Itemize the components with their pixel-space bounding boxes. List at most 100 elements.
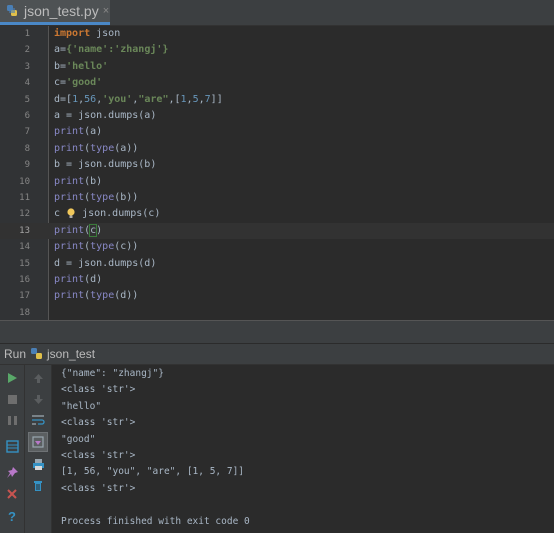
code-line[interactable]: 3 b='hello' — [0, 59, 554, 75]
scroll-to-end-icon — [32, 436, 44, 448]
code-token: type — [90, 192, 115, 203]
code-line[interactable]: 15 d = json.dumps(d) — [0, 256, 554, 272]
code-token: (c)) — [114, 241, 139, 253]
line-number: 4 — [24, 78, 30, 89]
code-text: c='good' — [54, 75, 102, 91]
line-number: 14 — [19, 242, 30, 253]
code-token: (a)) — [114, 142, 139, 154]
code-token: type — [90, 142, 115, 154]
scroll-up-button[interactable] — [29, 369, 47, 387]
clear-all-button[interactable] — [29, 476, 47, 494]
console-line: <class 'str'> — [61, 417, 136, 429]
run-toolbar-main: ? — [0, 365, 25, 533]
run-config-name[interactable]: json_test — [47, 347, 95, 361]
code-text: print(c) — [54, 223, 102, 239]
code-text: d = json.dumps(d) — [54, 256, 156, 272]
code-editor[interactable]: 1 import json 2 a={'name':'zhangj'} 3 b='hell… — [0, 26, 554, 320]
code-line[interactable]: 11 print(type(b)) — [0, 190, 554, 206]
code-token: (d)) — [114, 290, 139, 302]
line-number: 17 — [19, 291, 30, 302]
rerun-button[interactable] — [3, 369, 21, 387]
code-token: json — [90, 28, 121, 39]
code-line[interactable]: 13 print(c) — [0, 222, 554, 240]
code-token: c — [54, 208, 67, 220]
code-text: print(type(d)) — [54, 288, 138, 304]
code-token: type — [90, 290, 115, 302]
code-line[interactable]: 1 import json — [0, 26, 554, 42]
console-line: [1, 56, "you", "are", [1, 5, 7]] — [61, 466, 245, 478]
python-file-icon — [31, 348, 43, 359]
code-text: c json.dumps(c) — [54, 206, 160, 222]
code-line[interactable]: 4 c='good' — [0, 75, 554, 91]
code-line[interactable]: 6 a = json.dumps(a) — [0, 108, 554, 124]
layout-icon — [5, 439, 19, 453]
code-token: print — [54, 175, 85, 187]
code-token: print — [54, 126, 85, 138]
code-token: 'hello' — [66, 60, 109, 72]
soft-wrap-button[interactable] — [29, 411, 47, 429]
run-title: Run — [4, 347, 27, 361]
tab-json-test[interactable]: json_test.py × — [0, 0, 110, 25]
code-token: print — [54, 241, 85, 253]
code-text: print(b) — [54, 174, 102, 190]
pin-icon — [6, 466, 18, 478]
line-number: 9 — [24, 160, 30, 171]
restore-layout-button[interactable] — [3, 437, 21, 455]
pause-button[interactable] — [3, 411, 21, 429]
stop-button[interactable] — [3, 390, 21, 408]
line-number: 18 — [19, 307, 30, 318]
line-number: 2 — [24, 45, 30, 56]
help-button[interactable]: ? — [3, 507, 21, 525]
tab-close-icon[interactable]: × — [103, 5, 109, 17]
console-line: {"name": "zhangj"} — [61, 368, 164, 379]
console-line: <class 'str'> — [61, 482, 136, 494]
panel-splitter[interactable] — [0, 320, 554, 344]
code-token: json.dumps(c) — [76, 208, 161, 220]
editor-tab-bar: json_test.py × — [0, 0, 554, 26]
code-line[interactable]: 18 — [0, 305, 554, 321]
code-token: b = json.dumps(b) — [54, 159, 157, 171]
code-text: print(a) — [54, 124, 102, 140]
code-line[interactable]: 16 print(d) — [0, 272, 554, 288]
pin-tab-button[interactable] — [3, 463, 21, 481]
scroll-to-end-button[interactable] — [28, 432, 48, 452]
print-button[interactable] — [29, 455, 47, 473]
code-line[interactable]: 9 b = json.dumps(b) — [0, 157, 554, 173]
line-number: 1 — [24, 29, 30, 39]
code-token: print — [54, 274, 85, 285]
run-toolbar-secondary — [25, 365, 52, 533]
process-exit-message: Process finished with exit code 0 — [61, 515, 250, 527]
close-icon — [7, 489, 17, 499]
code-token: =[ — [60, 93, 73, 105]
help-icon: ? — [8, 508, 16, 524]
code-line[interactable]: 12 c json.dumps(c) — [0, 206, 554, 222]
scroll-down-icon — [33, 394, 43, 404]
code-token: a = json.dumps(a) — [54, 110, 157, 121]
code-token: 56 — [84, 93, 97, 105]
code-line[interactable]: 17 print(type(d)) — [0, 288, 554, 304]
lightbulb-icon[interactable] — [66, 208, 76, 219]
code-line[interactable]: 14 print(type(c)) — [0, 239, 554, 255]
scroll-up-icon — [33, 373, 43, 383]
code-line[interactable]: 2 a={'name':'zhangj'} — [0, 42, 554, 58]
line-number: 5 — [24, 94, 30, 105]
close-run-button[interactable] — [3, 485, 21, 503]
code-line[interactable]: 8 print(type(a)) — [0, 141, 554, 157]
code-token: {'name':'zhangj'} — [66, 44, 169, 56]
code-line[interactable]: 7 print(a) — [0, 124, 554, 140]
run-console-output[interactable]: {"name": "zhangj"} <class 'str'> "hello" <c… — [52, 365, 554, 533]
code-token: print — [54, 224, 85, 236]
code-token: import — [54, 28, 91, 39]
tab-label: json_test.py — [24, 3, 99, 19]
pause-icon — [7, 415, 17, 425]
code-text: print(type(c)) — [54, 239, 138, 255]
line-number: 7 — [24, 127, 30, 138]
code-token: print — [54, 290, 85, 302]
clear-icon — [34, 480, 42, 491]
code-token: (d) — [84, 274, 103, 285]
scroll-down-button[interactable] — [29, 390, 47, 408]
line-number: 3 — [24, 61, 30, 72]
code-line[interactable]: 10 print(b) — [0, 174, 554, 190]
code-line[interactable]: 5 d=[1,56,'you',"are",[1,5,7]] — [0, 92, 554, 108]
code-text: a={'name':'zhangj'} — [54, 42, 168, 58]
